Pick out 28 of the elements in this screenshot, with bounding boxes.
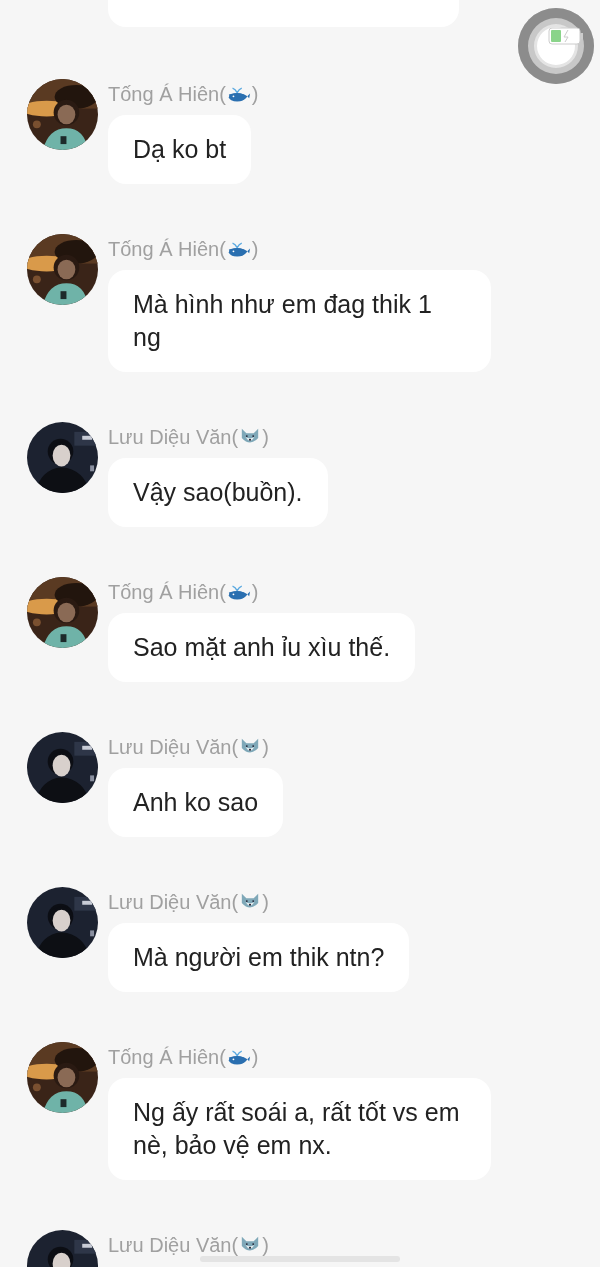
message-bubble: Ng ấy rất soái a, rất tốt vs em nè, bảo vệ em nx. [108,1078,491,1180]
sender-name: Lưu Diệu Văn( [108,890,239,914]
message-bubble: Vậy sao(buồn). [108,458,328,527]
whale-icon [226,582,251,602]
sender-name: Tống Á Hiên( [108,82,226,106]
sender-name: Tống Á Hiên( [108,1045,226,1069]
sender-name: ) [251,237,259,261]
sender-name: ) [262,1233,269,1257]
message-bubble: Mà người em thik ntn? [108,923,410,992]
battery-icon [548,27,584,45]
sender-name: ) [262,425,269,449]
whale-icon [226,84,251,104]
sender-name: ) [262,735,269,759]
sender-name: ) [251,1045,259,1069]
sender-name: Lưu Diệu Văn( [108,735,239,759]
sender-name: Lưu Diệu Văn( [108,1233,239,1257]
sender-name: ) [251,580,259,604]
message-bubble: Dạ ko bt [108,115,252,184]
message-bubble: Anh ko sao [108,768,284,837]
whale-icon [226,239,251,259]
message-bubble: Mà hình như em đag thik 1 ng [108,270,491,372]
whale-icon [226,1047,251,1067]
message-bubble: Sao mặt anh ỉu xìu thế. [108,613,416,682]
sender-name: Tống Á Hiên( [108,580,226,604]
sender-name: Lưu Diệu Văn( [108,425,239,449]
sender-name: ) [262,890,269,914]
sender-name: Tống Á Hiên( [108,237,226,261]
sender-name: ) [251,82,259,106]
